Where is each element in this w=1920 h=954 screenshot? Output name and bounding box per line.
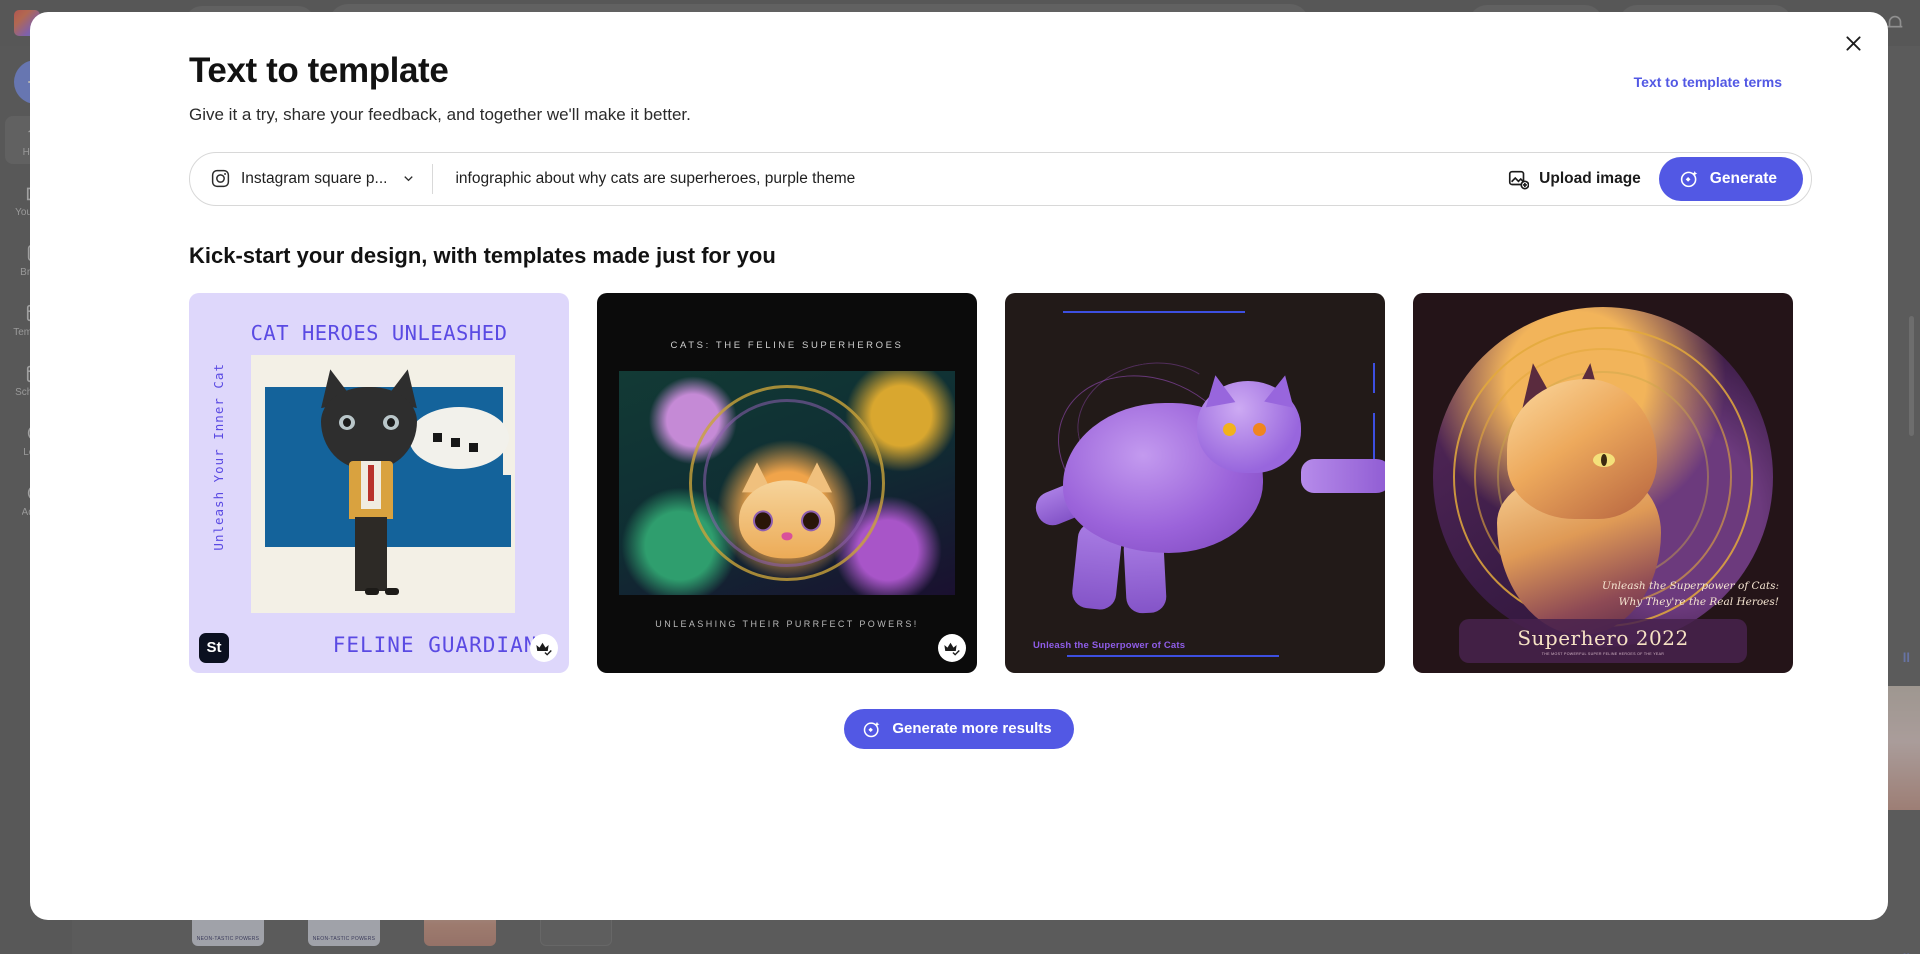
results-heading: Kick-start your design, with templates m… [189, 243, 1822, 269]
text-to-template-modal: Text to template terms Text to template … [30, 12, 1888, 920]
crown-check-icon [535, 639, 553, 657]
card3-accent-line-right-upper [1373, 363, 1375, 393]
upload-image-icon [1507, 168, 1529, 190]
thumb-label: NEON-TASTIC POWERS [197, 936, 260, 942]
sparkle-icon [1679, 168, 1700, 189]
generate-more-label: Generate more results [892, 720, 1051, 737]
page-subtitle: Give it a try, share your feedback, and … [189, 105, 1822, 125]
format-dropdown[interactable]: Instagram square p... [210, 162, 432, 196]
card2-cat [739, 466, 835, 558]
crown-check-icon [943, 639, 961, 657]
premium-crown-badge [938, 634, 966, 662]
card1-title-top: CAT HEROES UNLEASHED [203, 321, 555, 345]
more-results-row: Generate more results [189, 709, 1729, 749]
card2-title-top: CATS: THE FELINE SUPERHEROES [597, 340, 977, 351]
template-card-3[interactable]: Unleash the Superpower of Cats [1005, 293, 1385, 673]
chevron-down-icon [401, 171, 416, 186]
card3-accent-line-top [1063, 311, 1245, 313]
instagram-icon [210, 168, 231, 189]
card3-artwork [1029, 355, 1349, 623]
template-card-1[interactable]: CAT HEROES UNLEASHED Unleash Your Inner … [189, 293, 569, 673]
card4-banner-subtitle: THE MOST POWERFUL SUPER FELINE HEROES OF… [1542, 652, 1664, 656]
page-title: Text to template [189, 52, 1822, 91]
screen-root: Adobe Express All Search everything Join… [0, 0, 1920, 954]
card4-banner-title: Superhero 2022 [1517, 626, 1688, 650]
card1-suited-body [343, 461, 397, 599]
sparkle-icon [862, 719, 882, 739]
prompt-input[interactable] [433, 170, 1489, 188]
prompt-bar: Instagram square p... Upload image [189, 152, 1812, 206]
card4-script-text: Unleash the Superpower of Cats: Why They… [1583, 579, 1779, 611]
generate-label: Generate [1710, 170, 1777, 188]
card3-title-bottom: Unleash the Superpower of Cats [1033, 640, 1185, 651]
upload-image-button[interactable]: Upload image [1489, 159, 1659, 199]
template-results-grid: CAT HEROES UNLEASHED Unleash Your Inner … [189, 293, 1822, 673]
premium-crown-badge [530, 634, 558, 662]
close-icon[interactable] [1832, 22, 1874, 64]
template-card-4[interactable]: Unleash the Superpower of Cats: Why They… [1413, 293, 1793, 673]
card1-blue-block-2 [391, 475, 511, 547]
card2-title-bottom: UNLEASHING THEIR PURRFECT POWERS! [597, 619, 977, 629]
thumb-label: NEON-TASTIC POWERS [313, 936, 376, 942]
terms-link[interactable]: Text to template terms [1634, 74, 1782, 90]
adobe-stock-badge: St [199, 633, 229, 663]
card3-accent-line-bottom [1067, 655, 1279, 657]
generate-more-results-button[interactable]: Generate more results [844, 709, 1073, 749]
card2-artwork [619, 371, 955, 595]
card4-banner: Superhero 2022 THE MOST POWERFUL SUPER F… [1459, 619, 1747, 663]
format-label: Instagram square p... [241, 170, 387, 188]
card1-speech-bubble [409, 407, 509, 469]
card1-artwork [251, 355, 515, 613]
close-x-glyph [1843, 33, 1864, 54]
card1-title-side: Unleash Your Inner Cat [211, 363, 226, 551]
card1-cat-head [315, 371, 423, 469]
template-card-2[interactable]: CATS: THE FELINE SUPERHEROES UNLEASHING … [597, 293, 977, 673]
modal-content: Text to template terms Text to template … [30, 12, 1888, 920]
card1-title-bottom: FELINE GUARDIANS [333, 633, 551, 657]
generate-button[interactable]: Generate [1659, 157, 1803, 201]
upload-image-label: Upload image [1539, 170, 1641, 188]
